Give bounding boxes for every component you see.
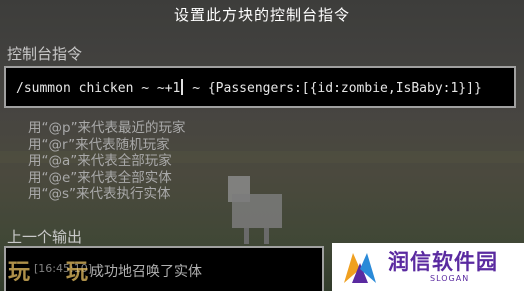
command-input[interactable]: /summon chicken ~ ~+1 ~ {Passengers:[{id… [4, 66, 516, 108]
previous-output-message: 成功地召唤了实体 [90, 264, 202, 280]
brand-watermark: 润信软件园 SLOGAN [332, 243, 524, 291]
hint-all-players: 用“@a”来代表全部玩家 [28, 153, 172, 169]
command-input-text: /summon chicken ~ ~+1 ~ {Passengers:[{id… [16, 79, 482, 96]
brand-logo-icon [344, 253, 376, 283]
watermark-left-char: 玩 [8, 260, 31, 285]
chicken-body [232, 194, 282, 228]
command-field-label: 控制台指令 [7, 45, 83, 63]
watermark-right-char: 玩 [66, 260, 89, 285]
chicken-mob-sprite [222, 176, 288, 246]
hint-executing-entity: 用“@s”来代表执行实体 [28, 186, 171, 202]
previous-output-label: 上一个输出 [7, 228, 83, 246]
chicken-leg [244, 228, 249, 244]
hint-all-entities: 用“@e”来代表全部实体 [28, 169, 172, 186]
selector-hints: 用“@p”来代表最近的玩家 用“@r”来代表随机玩家 用“@a”来代表全部玩家 … [28, 120, 186, 203]
chicken-leg [264, 228, 269, 244]
command-text-before-cursor: /summon chicken ~ ~+1 [16, 81, 181, 96]
hint-random-player: 用“@r”来代表随机玩家 [28, 136, 170, 153]
hint-nearest-player: 用“@p”来代表最近的玩家 [28, 120, 186, 136]
dialog-title: 设置此方块的控制台指令 [173, 6, 350, 24]
brand-name: 润信软件园 [388, 250, 498, 274]
command-text-after-cursor: ~ {Passengers:[{id:zombie,IsBaby:1}]} [184, 81, 482, 96]
brand-slogan: SLOGAN [430, 274, 470, 283]
